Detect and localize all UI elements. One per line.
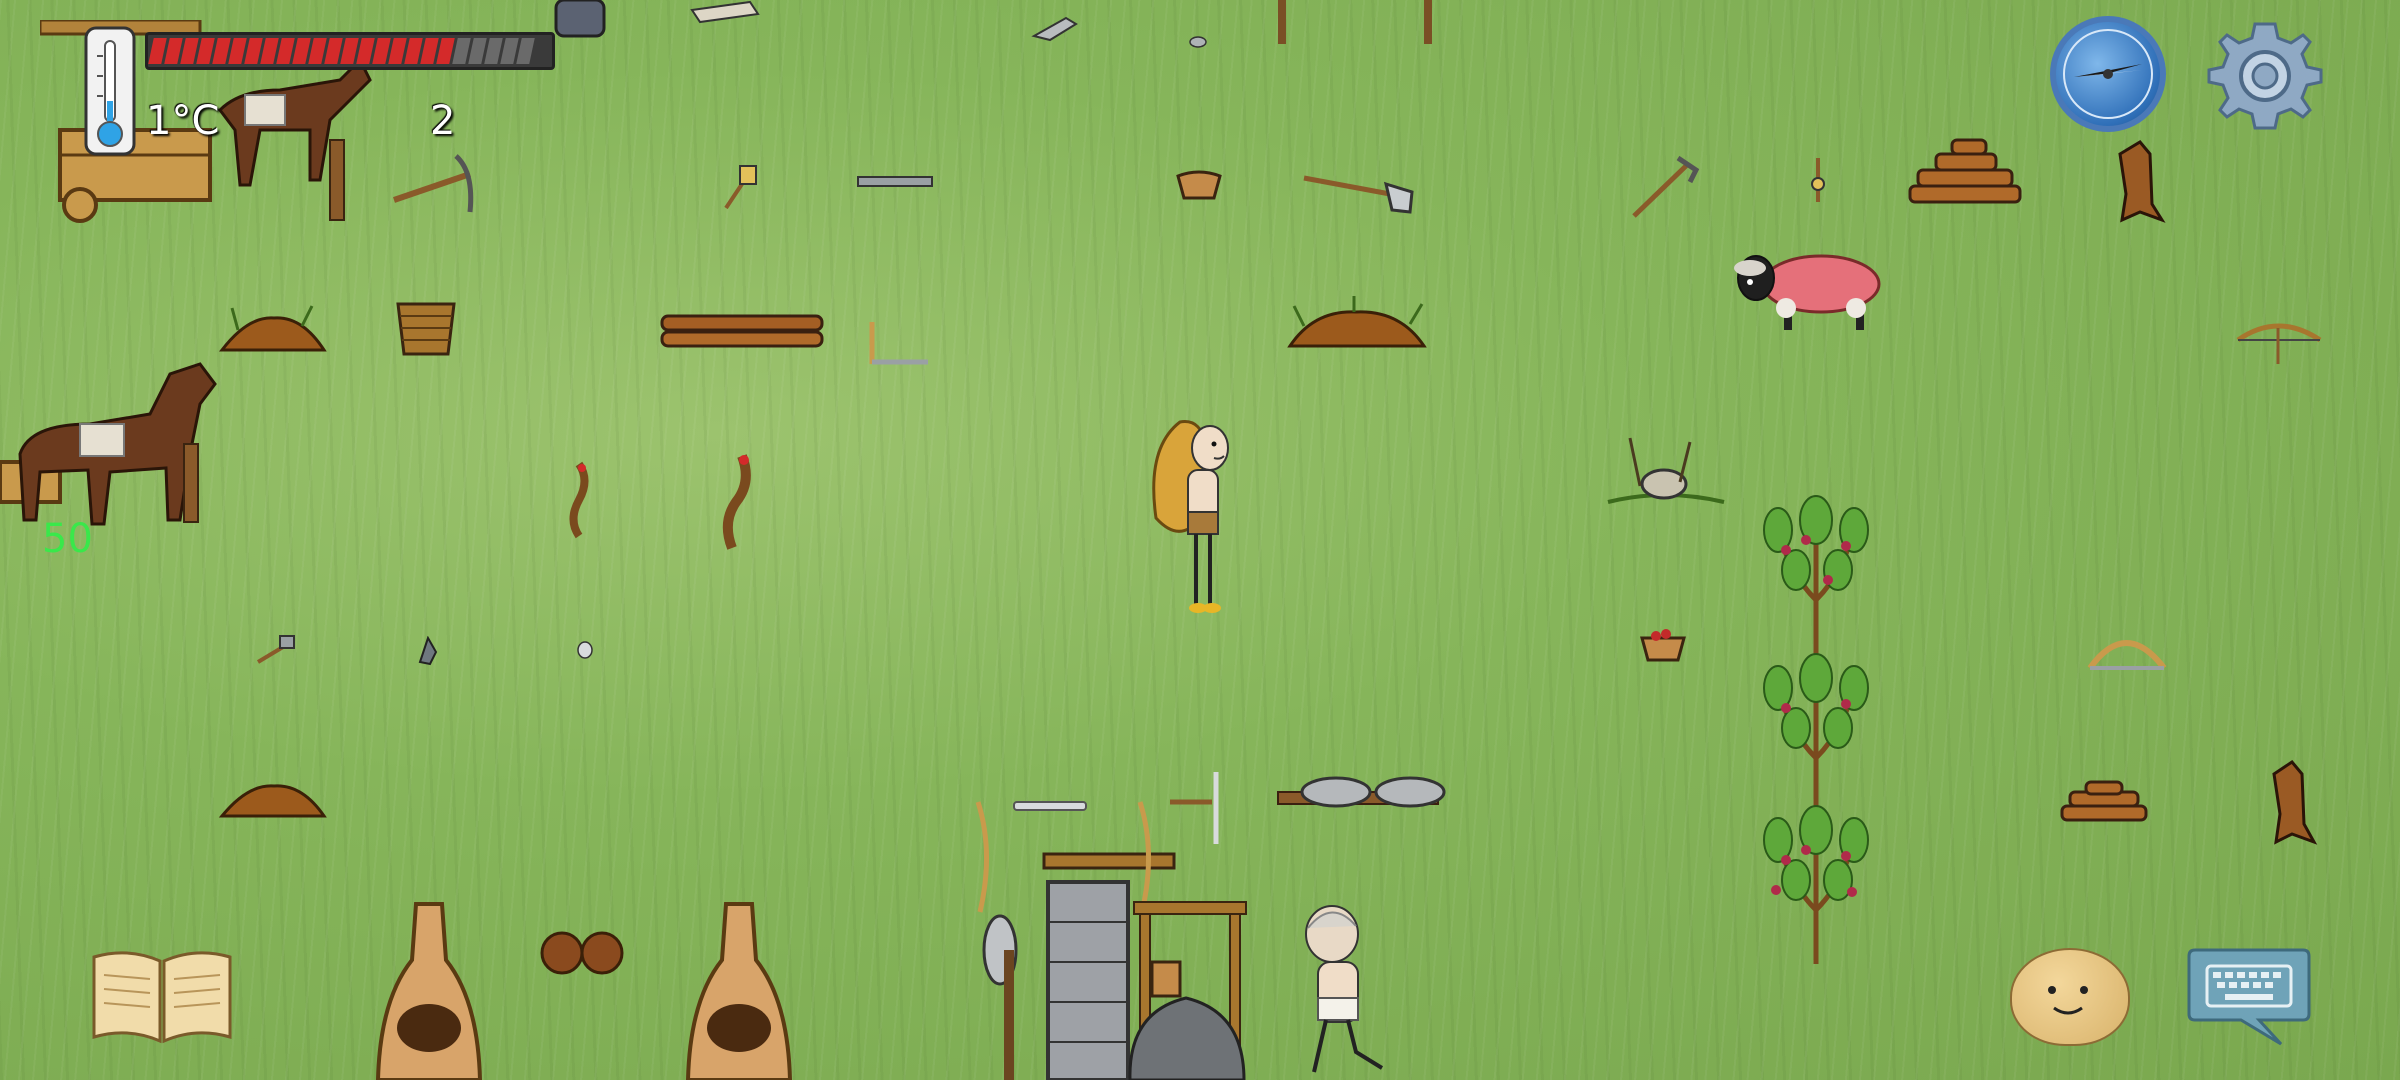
berry-bowl[interactable] <box>1638 624 1688 664</box>
rocky-plant[interactable] <box>1600 432 1730 508</box>
flint-chip[interactable] <box>416 636 440 666</box>
firewood-pile[interactable] <box>1906 132 2026 212</box>
keyboard-chat-icon[interactable] <box>2185 944 2313 1046</box>
elder-character[interactable] <box>1292 902 1412 1078</box>
horse-cart-left[interactable] <box>0 344 230 534</box>
age-readout: 2 <box>430 98 456 144</box>
game-world[interactable]: 1°C 2 50 <box>0 0 2400 1080</box>
shovel-item[interactable] <box>1300 170 1418 216</box>
metal-file[interactable] <box>856 174 936 190</box>
stake-item[interactable] <box>1808 156 1828 206</box>
milkweed-stalk[interactable] <box>566 460 592 540</box>
rock-bowl[interactable] <box>552 0 608 40</box>
round-stone[interactable] <box>576 640 594 660</box>
flint-blade[interactable] <box>1030 14 1080 44</box>
gooseberry-bush-3[interactable] <box>1756 800 1876 970</box>
book-icon[interactable] <box>88 945 236 1045</box>
bow-item[interactable] <box>2234 318 2324 368</box>
sheep[interactable] <box>1726 244 1886 334</box>
player-character[interactable] <box>1140 408 1250 622</box>
tree-stump-2[interactable] <box>2256 754 2320 846</box>
temperature-readout: 1°C <box>146 98 220 144</box>
firewood-small[interactable] <box>2060 780 2148 824</box>
pickaxe-item[interactable] <box>390 152 480 224</box>
milkweed-stalk-2[interactable] <box>716 452 756 552</box>
compass-icon[interactable] <box>2050 16 2166 132</box>
dirt-mound[interactable] <box>218 300 328 356</box>
food-pip <box>516 38 535 64</box>
hoe-item[interactable] <box>1628 154 1700 220</box>
log-pile[interactable] <box>660 312 826 350</box>
dirt-mound-2[interactable] <box>218 774 328 820</box>
food-meter <box>145 32 555 70</box>
burdock-pair[interactable] <box>540 928 626 978</box>
kiln-right[interactable] <box>684 900 794 1080</box>
wooden-posts[interactable] <box>1270 0 1440 48</box>
fertile-soil[interactable] <box>1284 292 1430 352</box>
bone-item[interactable] <box>690 0 760 24</box>
gooseberry-bush-2[interactable] <box>1756 648 1876 818</box>
tree-stump[interactable] <box>2100 134 2170 224</box>
grinding-stones[interactable] <box>1276 772 1448 814</box>
hammer-item[interactable] <box>254 634 298 668</box>
bow-saw[interactable] <box>2086 628 2168 674</box>
small-stone[interactable] <box>1188 36 1208 48</box>
hatchet-item[interactable] <box>720 162 760 212</box>
thermometer-icon <box>84 26 136 156</box>
kiln-left[interactable] <box>374 900 484 1080</box>
gooseberry-bush-1[interactable] <box>1756 490 1876 660</box>
gear-icon[interactable] <box>2205 16 2325 136</box>
clay-bowl[interactable] <box>1176 168 1222 202</box>
woven-basket[interactable] <box>394 296 458 360</box>
emote-face-icon[interactable] <box>2010 948 2130 1046</box>
yum-bonus-counter: 50 <box>42 516 93 562</box>
newcomen-engine[interactable] <box>944 792 1274 1080</box>
square-tool[interactable] <box>862 318 932 370</box>
